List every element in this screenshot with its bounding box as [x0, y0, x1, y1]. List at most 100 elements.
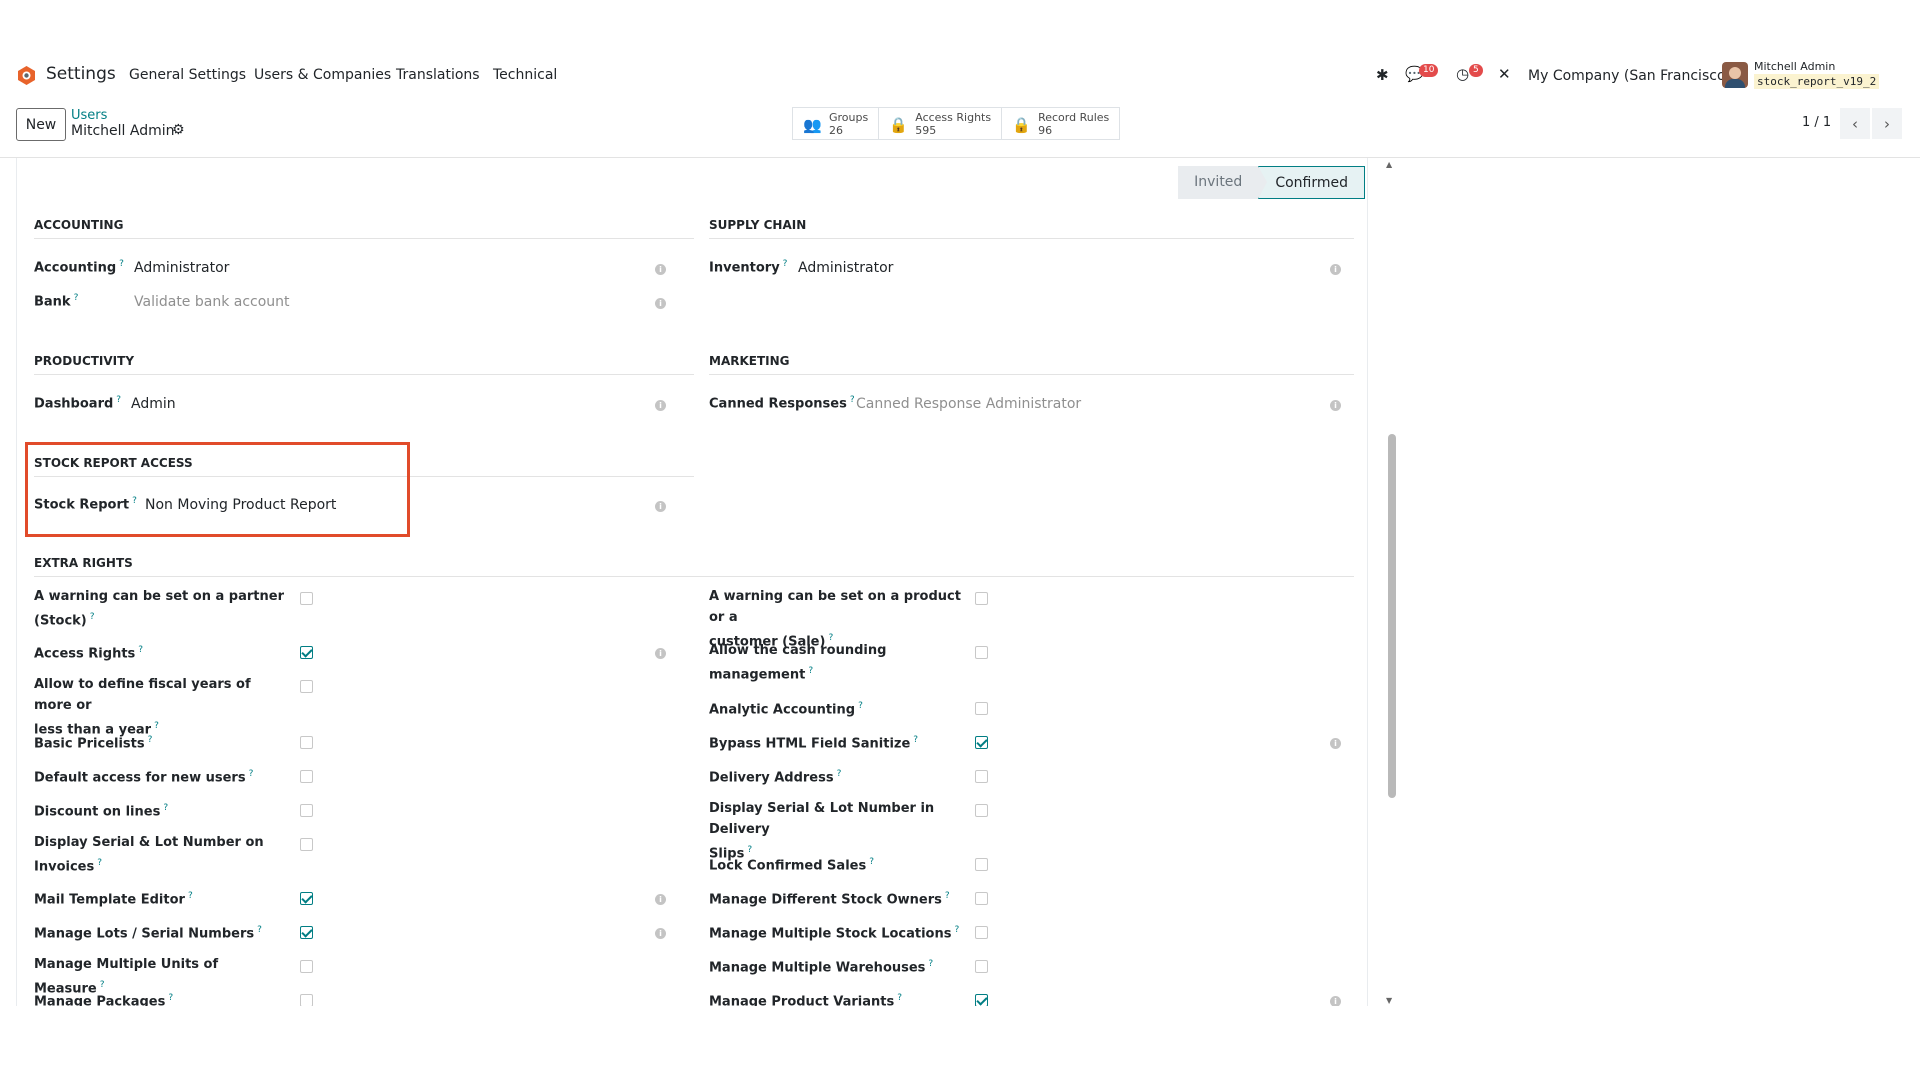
extra-right-label: Manage Packages? [34, 993, 174, 1006]
user-menu-name[interactable]: Mitchell Admin [1754, 60, 1835, 73]
field-label-bank: Bank? [34, 293, 79, 310]
extra-right-label: Manage Multiple Warehouses? [709, 959, 934, 976]
vertical-scrollbar-thumb[interactable] [1388, 434, 1396, 798]
extra-right-checkbox[interactable] [300, 960, 313, 973]
extra-right-checkbox[interactable] [975, 646, 988, 659]
extra-right-checkbox[interactable] [975, 804, 988, 817]
extra-right-checkbox[interactable] [975, 994, 988, 1006]
extra-right-checkbox[interactable] [975, 960, 988, 973]
extra-right-checkbox[interactable] [975, 858, 988, 871]
field-label-accounting: Accounting? [34, 259, 124, 276]
menu-users-companies[interactable]: Users & Companies [254, 67, 391, 83]
control-panel: New Users Mitchell Admin ⚙ 👥 Groups 26 🔒… [0, 100, 1920, 158]
extra-right-checkbox[interactable] [975, 770, 988, 783]
info-icon[interactable]: i [655, 298, 666, 309]
field-value-bank[interactable]: Validate bank account [134, 294, 290, 310]
section-accounting-title: ACCOUNTING [34, 218, 694, 239]
info-icon[interactable]: i [655, 894, 666, 905]
status-invited[interactable]: Invited [1178, 166, 1268, 199]
info-icon[interactable]: i [655, 264, 666, 275]
extra-right-checkbox[interactable] [975, 926, 988, 939]
main-navbar: Settings General Settings Users & Compan… [0, 52, 1920, 100]
extra-right-label: Bypass HTML Field Sanitize? [709, 735, 919, 752]
extra-right-checkbox[interactable] [975, 892, 988, 905]
extra-right-label: Access Rights? [34, 645, 144, 662]
info-icon[interactable]: i [1330, 738, 1341, 749]
info-icon[interactable]: i [1330, 264, 1341, 275]
scroll-up-arrow-icon[interactable]: ▲ [1386, 160, 1392, 169]
users-group-icon: 👥 [803, 116, 822, 134]
extra-right-checkbox[interactable] [300, 892, 313, 905]
extra-right-checkbox[interactable] [300, 994, 313, 1006]
pager-next-chevron-right-icon[interactable]: › [1872, 108, 1902, 139]
smart-button-label: Access Rights [915, 111, 992, 124]
info-icon[interactable]: i [655, 501, 666, 512]
info-icon[interactable]: i [1330, 400, 1341, 411]
menu-general-settings[interactable]: General Settings [129, 67, 246, 83]
smart-buttons: 👥 Groups 26 🔒 Access Rights 595 🔒 Record… [792, 107, 1121, 140]
extra-right-checkbox[interactable] [300, 804, 313, 817]
extra-right-checkbox[interactable] [300, 646, 313, 659]
extra-right-label: Display Serial & Lot Number on Invoices? [34, 835, 264, 875]
extra-right-label: Mail Template Editor? [34, 891, 193, 908]
info-icon[interactable]: i [655, 648, 666, 659]
smart-button-label: Groups [829, 111, 869, 124]
company-switcher[interactable]: My Company (San Francisco) [1528, 68, 1731, 84]
user-form-sheet: Invited Confirmed ACCOUNTING Accounting?… [16, 158, 1368, 1006]
extra-right-label: Manage Product Variants? [709, 993, 903, 1006]
extra-right-checkbox[interactable] [300, 838, 313, 851]
section-productivity-title: PRODUCTIVITY [34, 354, 694, 375]
extra-right-checkbox[interactable] [300, 736, 313, 749]
extra-right-checkbox[interactable] [975, 736, 988, 749]
avatar-body [1725, 79, 1745, 88]
status-confirmed[interactable]: Confirmed [1258, 166, 1365, 199]
smart-button-label: Record Rules [1038, 111, 1110, 124]
extra-right-label: Manage Different Stock Owners? [709, 891, 950, 908]
info-icon[interactable]: i [1330, 996, 1341, 1006]
extra-right-checkbox[interactable] [300, 680, 313, 693]
extra-right-checkbox[interactable] [300, 926, 313, 939]
pager-value[interactable]: 1 / 1 [1802, 115, 1831, 130]
menu-translations[interactable]: Translations [396, 67, 480, 83]
info-icon[interactable]: i [655, 928, 666, 939]
field-value-dashboard[interactable]: Admin [131, 396, 176, 412]
activities-clock-icon[interactable]: ◷ [1456, 65, 1469, 83]
field-value-inventory[interactable]: Administrator [798, 260, 893, 276]
new-button[interactable]: New [16, 108, 66, 141]
extra-right-checkbox[interactable] [300, 592, 313, 605]
field-value-canned-responses[interactable]: Canned Response Administrator [856, 396, 1081, 412]
extra-right-checkbox[interactable] [975, 592, 988, 605]
pager-previous-chevron-left-icon[interactable]: ‹ [1840, 108, 1870, 139]
activities-badge: 5 [1469, 64, 1483, 77]
field-value-accounting[interactable]: Administrator [134, 260, 229, 276]
lock-icon: 🔒 [1012, 116, 1031, 134]
info-icon[interactable]: i [655, 400, 666, 411]
extra-right-label: Discount on lines? [34, 803, 169, 820]
tools-icon[interactable]: ✕ [1498, 65, 1511, 83]
user-avatar[interactable] [1722, 62, 1748, 88]
extra-right-label: Manage Lots / Serial Numbers? [34, 925, 262, 942]
odoo-logo-icon[interactable] [16, 65, 37, 86]
app-title[interactable]: Settings [46, 64, 116, 84]
extra-right-label: Lock Confirmed Sales? [709, 857, 874, 874]
section-marketing-title: MARKETING [709, 354, 1354, 375]
status-bar: Invited Confirmed [1178, 166, 1365, 199]
smart-button-count: 26 [829, 124, 843, 137]
access-rights-smart-button[interactable]: 🔒 Access Rights 595 [879, 108, 1003, 139]
gear-icon[interactable]: ⚙ [172, 122, 185, 138]
extra-right-label: Analytic Accounting? [709, 701, 863, 718]
groups-smart-button[interactable]: 👥 Groups 26 [793, 108, 880, 139]
messages-badge: 10 [1419, 64, 1439, 77]
field-label-stock-report: Stock Report? [34, 496, 137, 513]
extra-right-label: A warning can be set on a partner (Stock)… [34, 589, 284, 629]
extra-right-label: Delivery Address? [709, 769, 842, 786]
extra-right-checkbox[interactable] [300, 770, 313, 783]
extra-right-checkbox[interactable] [975, 702, 988, 715]
debug-bug-icon[interactable]: ✱ [1376, 66, 1389, 84]
breadcrumb-users[interactable]: Users [71, 108, 107, 123]
record-rules-smart-button[interactable]: 🔒 Record Rules 96 [1002, 108, 1119, 139]
field-label-canned-responses: Canned Responses? [709, 395, 855, 412]
scroll-down-arrow-icon[interactable]: ▼ [1386, 996, 1392, 1005]
field-value-stock-report[interactable]: Non Moving Product Report [145, 497, 336, 513]
menu-technical[interactable]: Technical [493, 67, 557, 83]
